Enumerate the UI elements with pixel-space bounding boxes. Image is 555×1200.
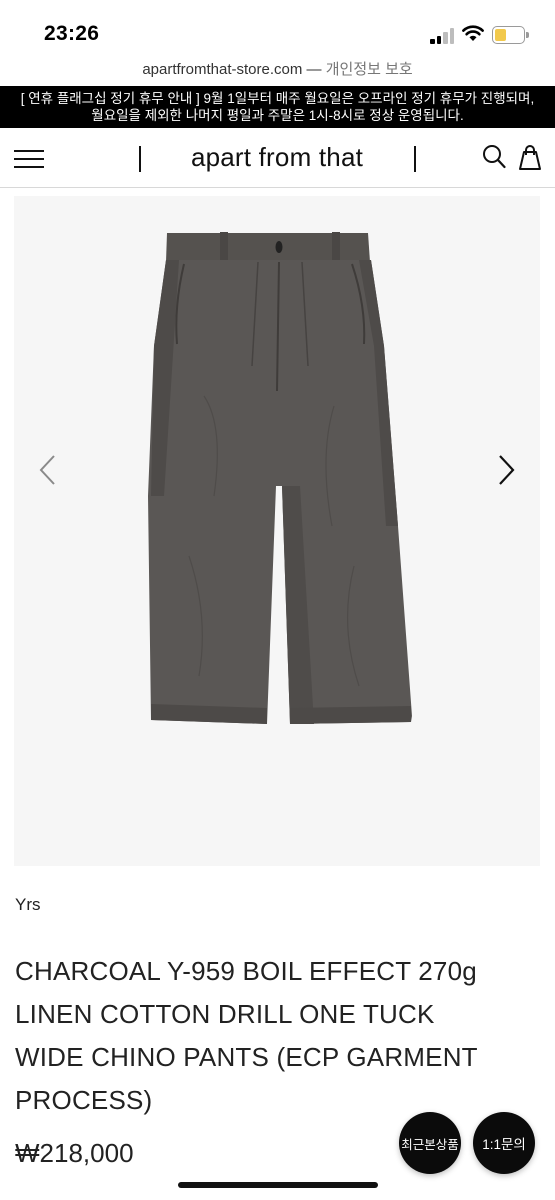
chevron-right-icon[interactable] — [496, 450, 518, 490]
notice-line-1: [ 연휴 플래그십 정기 휴무 안내 ] 9월 1일부터 매주 월요일은 오프라… — [20, 91, 535, 106]
product-title-line: WIDE CHINO PANTS (ECP GARMENT — [15, 1042, 478, 1072]
product-title-line: CHARCOAL Y-959 BOIL EFFECT 270g — [15, 956, 477, 986]
privacy-label: 개인정보 보호 — [325, 61, 413, 78]
browser-url-bar[interactable]: apartfromthat-store.com — 개인정보 보호 — [0, 58, 555, 82]
recently-viewed-button[interactable]: 최근본상품 — [399, 1112, 461, 1174]
chevron-left-icon[interactable] — [36, 450, 58, 490]
product-title-line: PROCESS) — [15, 1085, 153, 1115]
battery-level — [495, 29, 506, 41]
product-gallery[interactable] — [14, 196, 540, 866]
battery-icon — [492, 26, 530, 44]
cellular-signal-icon — [430, 28, 456, 44]
product-brand[interactable]: Yrs — [15, 895, 41, 915]
menu-icon[interactable] — [14, 148, 44, 170]
wifi-icon — [462, 25, 484, 41]
url-separator: — — [302, 61, 326, 78]
header-divider-right — [414, 146, 416, 172]
recently-viewed-label: 최근본상품 — [401, 1137, 459, 1152]
notice-banner: [ 연휴 플래그십 정기 휴무 안내 ] 9월 1일부터 매주 월요일은 오프라… — [0, 86, 555, 128]
shopping-bag-icon[interactable] — [517, 143, 543, 171]
search-icon[interactable] — [482, 144, 506, 170]
one-to-one-inquiry-button[interactable]: 1:1문의 — [473, 1112, 535, 1174]
product-price: ₩218,000 — [15, 1138, 134, 1168]
notice-line-2: 월요일을 제외한 나머지 평일과 주말은 1시-8시로 정상 운영됩니다. — [91, 108, 464, 123]
product-title: CHARCOAL Y-959 BOIL EFFECT 270g LINEN CO… — [15, 950, 540, 1122]
url-text: apartfromthat-store.com — [142, 61, 303, 78]
product-title-line: LINEN COTTON DRILL ONE TUCK — [15, 999, 435, 1029]
status-bar: 23:26 — [0, 0, 555, 56]
site-header: apart from that — [0, 128, 555, 188]
inquiry-label: 1:1문의 — [482, 1137, 526, 1152]
status-time: 23:26 — [44, 22, 100, 45]
home-indicator[interactable] — [178, 1182, 378, 1188]
site-logo[interactable]: apart from that — [140, 142, 414, 173]
product-image — [148, 232, 412, 724]
